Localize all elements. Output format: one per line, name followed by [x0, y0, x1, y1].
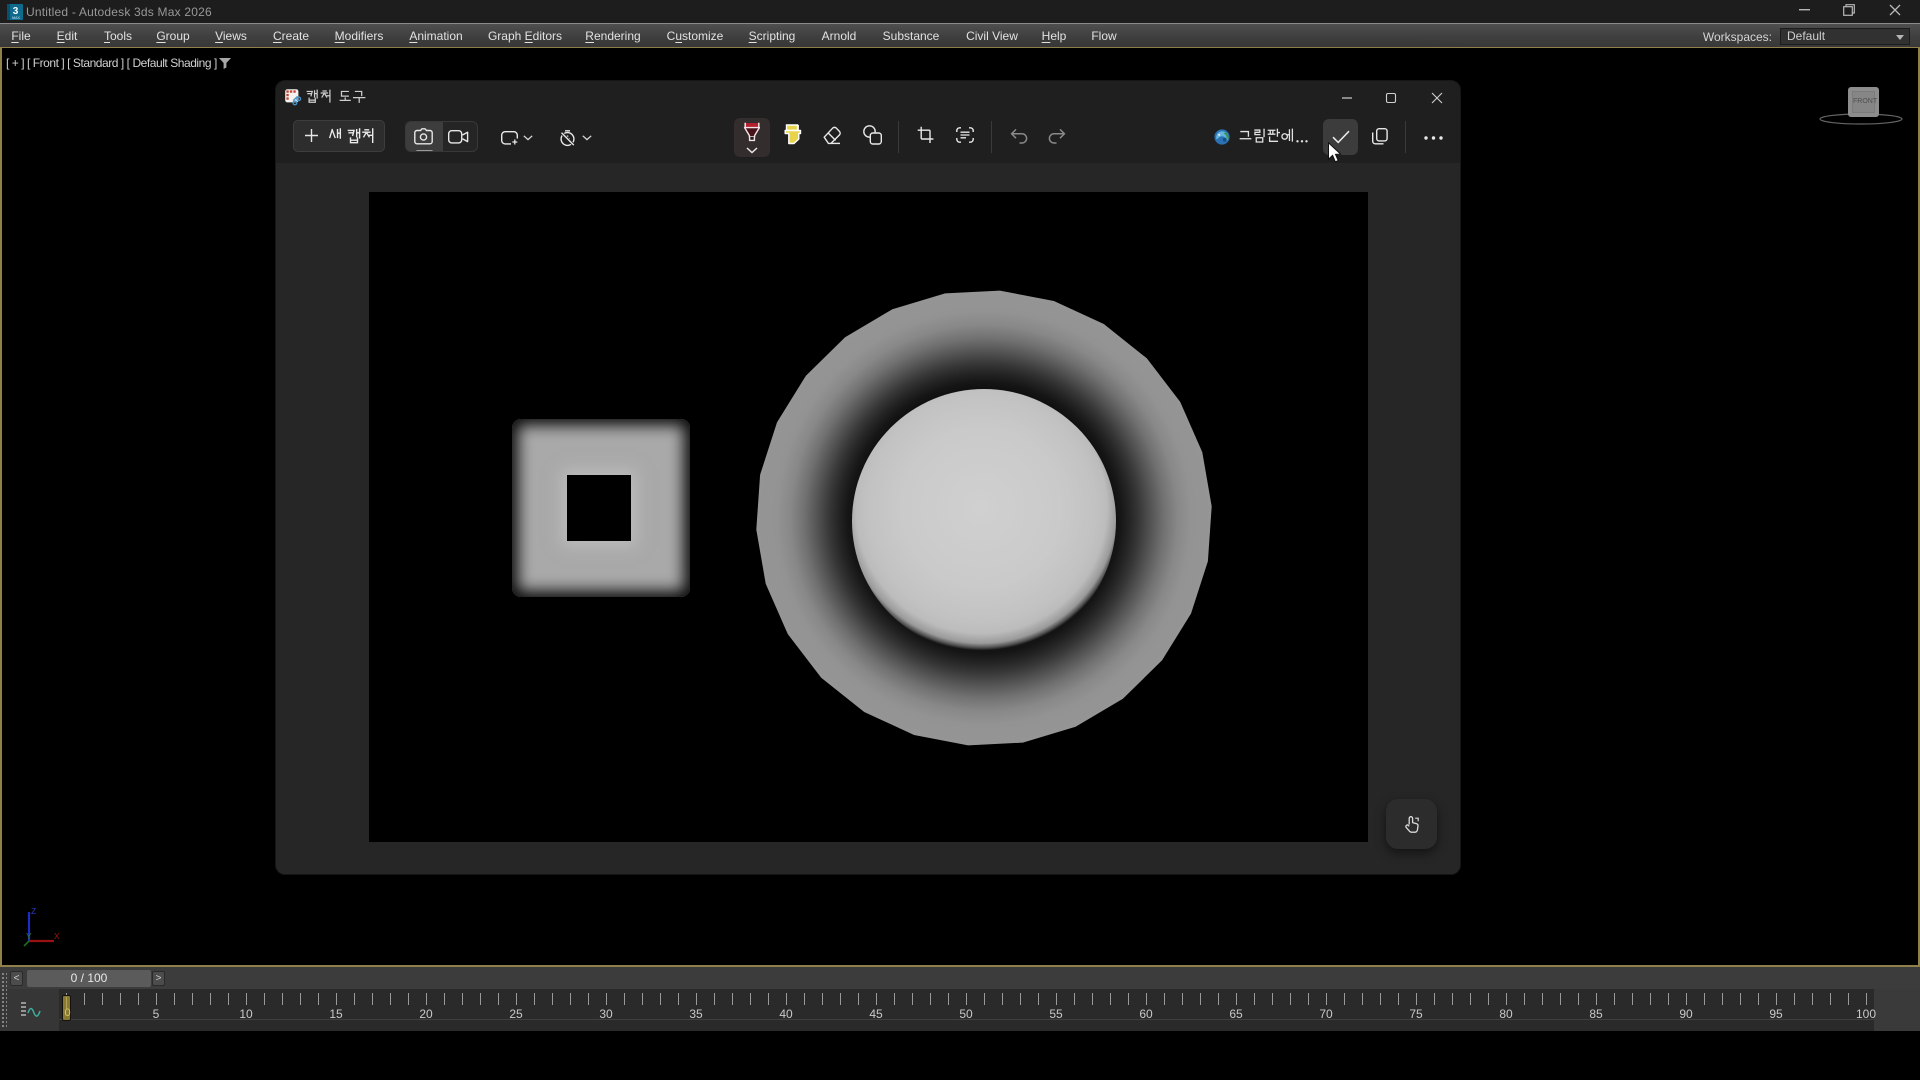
svg-text:MAX: MAX [12, 16, 20, 20]
svg-text:X: X [54, 931, 60, 941]
svg-text:Z: Z [31, 906, 36, 916]
svg-text:Y: Y [26, 931, 32, 941]
